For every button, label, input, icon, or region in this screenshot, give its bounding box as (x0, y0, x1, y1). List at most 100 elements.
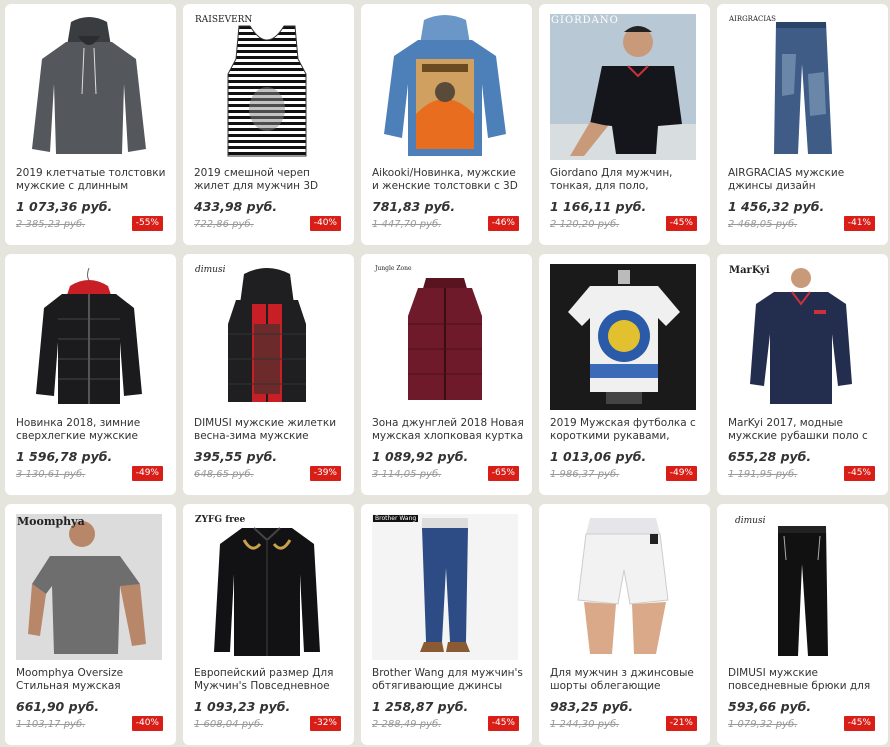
brand-logo: AIRGRACIAS (729, 15, 776, 23)
product-title[interactable]: 2019 клетчатые толстовки мужские с длинн… (16, 167, 168, 193)
discount-badge: -45% (487, 716, 519, 731)
product-card[interactable]: dimusi DIMUSI мужские жилетки весна-зима… (183, 254, 354, 495)
longsleeve-polo-image[interactable] (728, 264, 874, 410)
product-price: 1 258,87 руб. (372, 699, 469, 714)
product-card[interactable]: Brother Wang Brother Wang для мужчин's о… (361, 504, 532, 745)
product-title[interactable]: Aikooki/Новинка, мужские и женские толст… (372, 167, 524, 193)
product-title[interactable]: DIMUSI мужские жилетки весна-зима мужски… (194, 417, 346, 443)
discount-badge: -40% (309, 216, 341, 231)
discount-badge: -46% (487, 216, 519, 231)
polo-model-image[interactable] (550, 14, 696, 160)
puffer-jacket-image[interactable] (16, 264, 162, 410)
discount-badge: -32% (309, 716, 341, 731)
product-title[interactable]: Новинка 2018, зимние сверхлегкие мужские (16, 417, 168, 443)
brand-logo: MarKyi (729, 265, 770, 276)
product-title[interactable]: Европейский размер Для Мужчин's Повседне… (194, 667, 346, 693)
discount-badge: -45% (665, 216, 697, 231)
product-old-price: 2 468,05 руб. (728, 219, 798, 230)
product-old-price: 1 608,04 руб. (194, 719, 264, 730)
grey-hoodie-image[interactable] (16, 14, 162, 160)
brand-logo: ZYFG free (195, 515, 246, 525)
discount-badge: -55% (131, 216, 163, 231)
product-old-price: 2 288,49 руб. (372, 719, 442, 730)
product-old-price: 2 120,20 руб. (550, 219, 620, 230)
product-price: 983,25 руб. (550, 699, 634, 714)
product-title[interactable]: Зона джунглей 2018 Новая мужская хлопков… (372, 417, 524, 443)
product-price: 1 456,32 руб. (728, 199, 825, 214)
product-card[interactable]: 2019 Мужская футболка с короткими рукава… (539, 254, 710, 495)
product-price: 1 013,06 руб. (550, 449, 647, 464)
product-old-price: 2 385,23 руб. (16, 219, 86, 230)
product-card[interactable]: Aikooki/Новинка, мужские и женские толст… (361, 4, 532, 245)
striped-tank-top-image[interactable] (194, 14, 340, 160)
product-card[interactable]: AIRGRACIAS AIRGRACIAS мужские джинсы диз… (717, 4, 888, 245)
discount-badge: -45% (843, 466, 875, 481)
product-price: 1 596,78 руб. (16, 449, 113, 464)
product-title[interactable]: Moomphya Oversize Стильная мужская футбо… (16, 667, 168, 693)
printed-tshirt-image[interactable] (550, 264, 696, 410)
product-price: 655,28 руб. (728, 449, 812, 464)
product-price: 395,55 руб. (194, 449, 278, 464)
product-price: 781,83 руб. (372, 199, 456, 214)
product-title[interactable]: Brother Wang для мужчин's обтягивающие д… (372, 667, 524, 693)
product-price: 1 166,11 руб. (550, 199, 647, 214)
product-title[interactable]: 2019 смешной череп жилет для мужчин 3D п… (194, 167, 346, 193)
product-price: 593,66 руб. (728, 699, 812, 714)
product-title[interactable]: MarKyi 2017, модные мужские рубашки поло… (728, 417, 880, 443)
black-shirt-image[interactable] (194, 514, 340, 660)
product-price: 1 089,92 руб. (372, 449, 469, 464)
product-card[interactable]: Moomphya Moomphya Oversize Стильная мужс… (5, 504, 176, 745)
product-old-price: 1 191,95 руб. (728, 469, 798, 480)
white-shorts-image[interactable] (550, 514, 696, 660)
product-old-price: 3 114,05 руб. (372, 469, 442, 480)
discount-badge: -41% (843, 216, 875, 231)
product-title[interactable]: Giordano Для мужчин, тонкая, для поло, д… (550, 167, 702, 193)
product-old-price: 1 103,17 руб. (16, 719, 86, 730)
discount-badge: -65% (487, 466, 519, 481)
product-old-price: 648,65 руб. (194, 469, 254, 480)
discount-badge: -49% (131, 466, 163, 481)
discount-badge: -21% (665, 716, 697, 731)
brand-logo: dimusi (735, 516, 766, 526)
discount-badge: -39% (309, 466, 341, 481)
brand-logo: dimusi (195, 265, 226, 275)
product-card[interactable]: RAISEVERN 2019 смешной череп жилет для м… (183, 4, 354, 245)
product-card[interactable]: Новинка 2018, зимние сверхлегкие мужские… (5, 254, 176, 495)
discount-badge: -40% (131, 716, 163, 731)
product-old-price: 1 079,32 руб. (728, 719, 798, 730)
brand-logo: Brother Wang (373, 515, 419, 522)
product-card[interactable]: Jungle Zone Зона джунглей 2018 Новая муж… (361, 254, 532, 495)
burgundy-vest-image[interactable] (372, 264, 518, 410)
product-card[interactable]: 2019 клетчатые толстовки мужские с длинн… (5, 4, 176, 245)
biker-jeans-image[interactable] (728, 14, 874, 160)
grey-tshirt-model-image[interactable] (16, 514, 162, 660)
brand-logo: Jungle Zone (375, 265, 412, 272)
product-old-price: 722,86 руб. (194, 219, 254, 230)
brand-logo: GIORDANO (551, 15, 619, 26)
product-card[interactable]: ZYFG free Европейский размер Для Мужчин'… (183, 504, 354, 745)
brand-logo: Moomphya (17, 515, 85, 528)
hooded-vest-image[interactable] (194, 264, 340, 410)
black-pants-image[interactable] (728, 514, 874, 660)
product-price: 1 093,23 руб. (194, 699, 291, 714)
product-card[interactable]: MarKyi MarKyi 2017, модные мужские рубаш… (717, 254, 888, 495)
product-old-price: 1 986,37 руб. (550, 469, 620, 480)
product-card[interactable]: GIORDANO Giordano Для мужчин, тонкая, дл… (539, 4, 710, 245)
product-title[interactable]: Для мужчин з джинсовые шорты облегающие … (550, 667, 702, 693)
brand-logo: RAISEVERN (195, 15, 253, 25)
product-card[interactable]: dimusi DIMUSI мужские повседневные брюки… (717, 504, 888, 745)
product-grid: 2019 клетчатые толстовки мужские с длинн… (5, 4, 888, 745)
product-price: 1 073,36 руб. (16, 199, 113, 214)
product-old-price: 1 447,70 руб. (372, 219, 442, 230)
discount-badge: -45% (843, 716, 875, 731)
product-old-price: 1 244,30 руб. (550, 719, 620, 730)
product-price: 661,90 руб. (16, 699, 100, 714)
product-title[interactable]: 2019 Мужская футболка с короткими рукава… (550, 417, 702, 443)
printed-hoodie-image[interactable] (372, 14, 518, 160)
skinny-jeans-image[interactable] (372, 514, 518, 660)
product-title[interactable]: AIRGRACIAS мужские джинсы дизайн байкерс… (728, 167, 880, 193)
product-title[interactable]: DIMUSI мужские повседневные брюки для (728, 667, 880, 693)
product-old-price: 3 130,61 руб. (16, 469, 86, 480)
product-price: 433,98 руб. (194, 199, 278, 214)
product-card[interactable]: Для мужчин з джинсовые шорты облегающие … (539, 504, 710, 745)
